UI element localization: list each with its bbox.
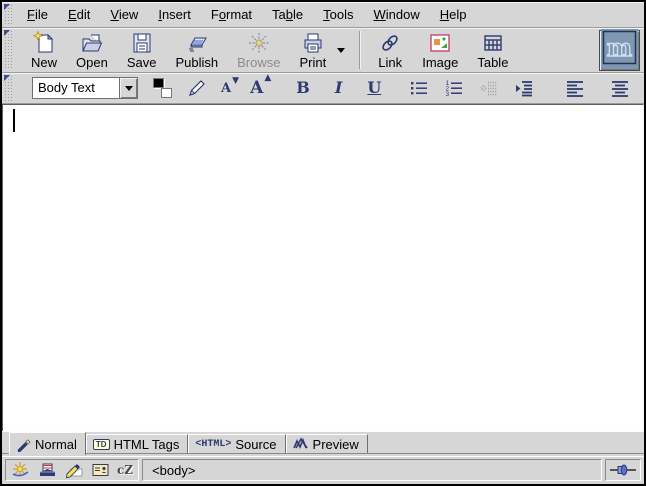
- composer-window: File Edit View Insert Format Table Tools…: [0, 0, 646, 486]
- outdent-button[interactable]: [478, 77, 500, 99]
- editor-canvas[interactable]: [2, 104, 644, 431]
- bullet-list-icon: [408, 77, 430, 99]
- save-button[interactable]: Save: [122, 29, 162, 71]
- open-button[interactable]: Open: [71, 29, 113, 71]
- browse-button[interactable]: Browse: [232, 29, 285, 71]
- image-icon: [427, 30, 453, 56]
- menu-help[interactable]: Help: [430, 3, 477, 26]
- table-grid-icon: [480, 30, 506, 56]
- menu-format[interactable]: Format: [201, 3, 262, 26]
- highlight-color-button[interactable]: [186, 77, 208, 99]
- decrease-font-size-button[interactable]: A▼: [221, 81, 231, 96]
- background-color-swatch[interactable]: [161, 88, 172, 98]
- mozilla-m-icon: m: [601, 29, 638, 71]
- align-left-icon: [564, 77, 586, 99]
- menu-file[interactable]: File: [17, 3, 58, 26]
- preview-icon: [293, 437, 309, 451]
- element-path-panel[interactable]: <body>: [142, 459, 602, 481]
- online-status-panel[interactable]: [605, 459, 641, 481]
- table-button[interactable]: Table: [472, 29, 513, 71]
- text-color-picker[interactable]: [151, 77, 173, 99]
- tab-preview[interactable]: Preview: [286, 434, 368, 453]
- pencil-icon: [186, 77, 208, 99]
- paragraph-format-select[interactable]: Body Text: [32, 77, 138, 99]
- tab-normal[interactable]: Normal: [9, 432, 86, 455]
- new-page-icon: [31, 30, 57, 56]
- chatzilla-icon[interactable]: cZ: [117, 463, 133, 477]
- increase-font-size-button[interactable]: A▲: [250, 78, 263, 98]
- numbered-list-icon: 1 2 3: [443, 77, 465, 99]
- text-cursor: [13, 109, 15, 132]
- bulleted-list-button[interactable]: [408, 77, 430, 99]
- arrow-up-icon: ▲: [264, 73, 271, 83]
- navigator-icon[interactable]: [11, 461, 31, 479]
- menu-table[interactable]: Table: [262, 3, 313, 26]
- new-button[interactable]: New: [26, 29, 62, 71]
- toolbar-grippy[interactable]: [4, 4, 14, 25]
- print-dropdown-arrow[interactable]: [334, 43, 348, 57]
- align-center-icon: [609, 77, 631, 99]
- numbered-list-button[interactable]: 1 2 3: [443, 77, 465, 99]
- paragraph-format-value: Body Text: [33, 78, 119, 98]
- link-chain-icon: [377, 30, 403, 56]
- svg-text:m: m: [607, 33, 632, 62]
- edit-mode-tabbar: Normal TD HTML Tags <HTML> Source Previe…: [2, 431, 644, 456]
- mozilla-logo-button[interactable]: m: [599, 30, 640, 71]
- toolbar-separator: [359, 31, 361, 69]
- underline-button[interactable]: U: [367, 78, 381, 98]
- menu-tools[interactable]: Tools: [313, 3, 363, 26]
- mail-icon[interactable]: [38, 461, 57, 479]
- tab-html-tags[interactable]: TD HTML Tags: [86, 434, 188, 453]
- publish-icon: [184, 30, 210, 56]
- outdent-icon: [478, 77, 500, 99]
- foreground-color-swatch[interactable]: [153, 78, 164, 88]
- element-path-label: <body>: [152, 463, 195, 478]
- menu-edit[interactable]: Edit: [58, 3, 100, 26]
- menu-insert[interactable]: Insert: [148, 3, 201, 26]
- open-folder-icon: [79, 30, 105, 56]
- svg-text:3: 3: [446, 91, 450, 98]
- link-button[interactable]: Link: [372, 29, 408, 71]
- image-button[interactable]: Image: [417, 29, 463, 71]
- tab-source[interactable]: <HTML> Source: [188, 434, 285, 453]
- composer-icon[interactable]: [64, 461, 84, 479]
- chevron-down-icon[interactable]: [119, 78, 137, 98]
- print-button[interactable]: Print: [294, 29, 331, 71]
- bold-button[interactable]: B: [296, 78, 310, 98]
- browse-sparkle-icon: [246, 30, 272, 56]
- toolbar-grippy[interactable]: [4, 75, 14, 101]
- align-center-button[interactable]: [609, 77, 631, 99]
- toolbar-grippy[interactable]: [4, 30, 14, 70]
- print-icon: [300, 30, 326, 56]
- publish-button[interactable]: Publish: [170, 29, 223, 71]
- online-plug-icon: [609, 463, 637, 477]
- format-toolbar: Body Text A▼ A▲ B I U: [2, 73, 644, 104]
- address-book-icon[interactable]: [91, 461, 110, 479]
- td-tag-icon: TD: [93, 439, 110, 450]
- indent-icon: [513, 77, 535, 99]
- menu-bar: File Edit View Insert Format Table Tools…: [2, 2, 644, 28]
- italic-button[interactable]: I: [335, 78, 342, 98]
- menu-window[interactable]: Window: [364, 3, 430, 26]
- component-bar: cZ: [5, 459, 139, 481]
- pen-icon: [16, 437, 31, 452]
- html-source-icon: <HTML>: [195, 439, 231, 450]
- status-bar: cZ <body>: [2, 456, 644, 484]
- align-left-button[interactable]: [564, 77, 586, 99]
- arrow-down-icon: ▼: [232, 76, 239, 86]
- menu-view[interactable]: View: [100, 3, 148, 26]
- main-toolbar: New Open Save: [2, 28, 644, 73]
- indent-button[interactable]: [513, 77, 535, 99]
- save-floppy-icon: [129, 30, 155, 56]
